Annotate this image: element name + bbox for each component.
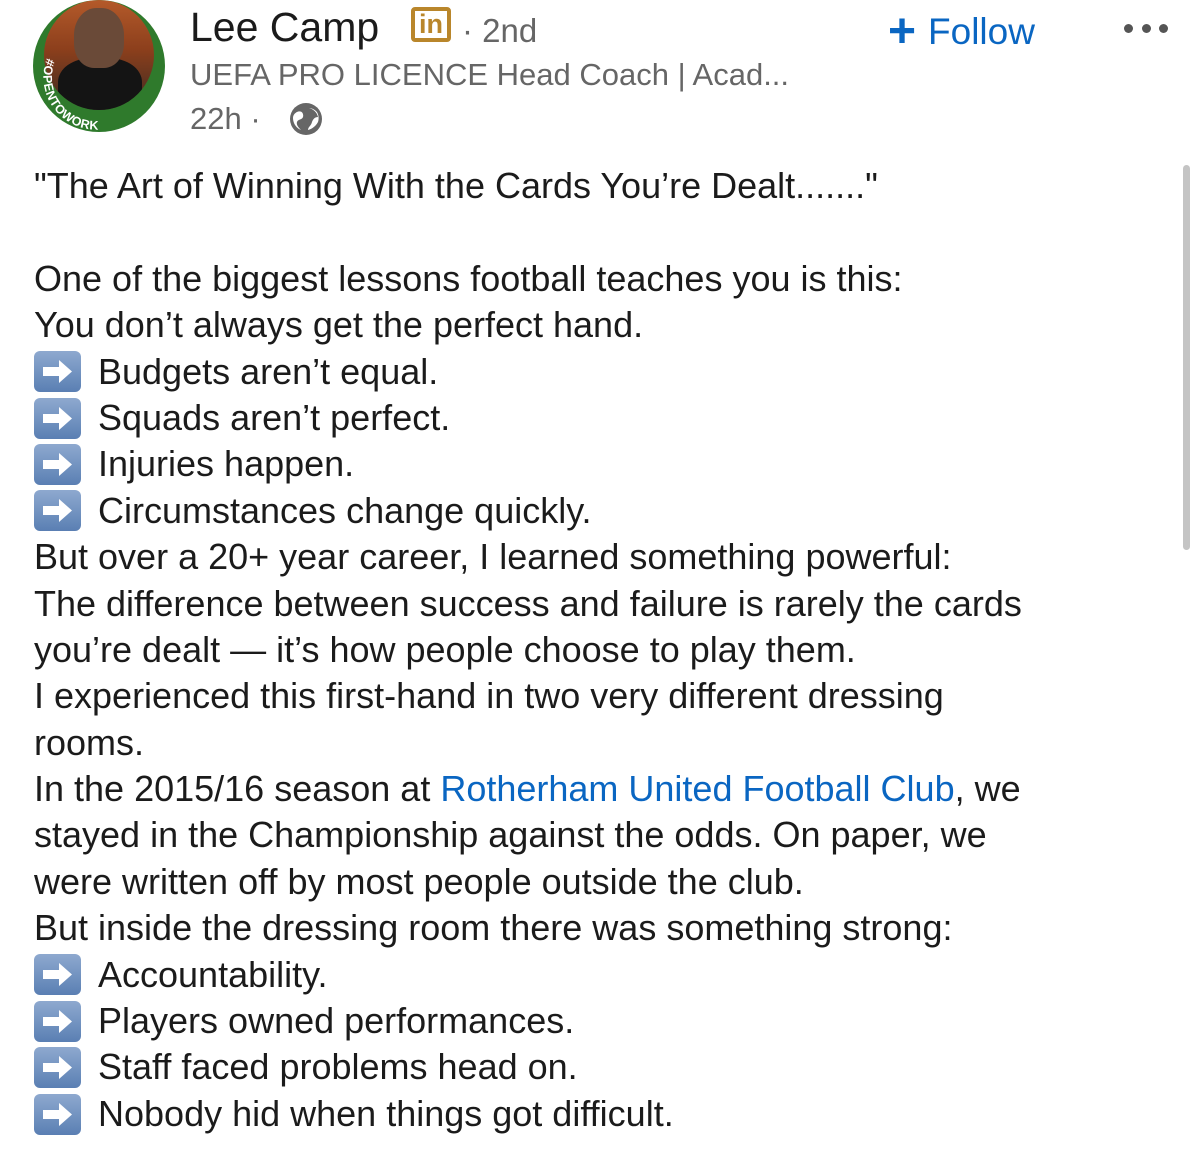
globe-icon	[290, 103, 322, 135]
bullet-item: Circumstances change quickly.	[34, 488, 1174, 534]
line-suffix: , we	[954, 768, 1021, 810]
bullet-item: Players owned performances.	[34, 998, 1174, 1044]
bullet-text: Accountability.	[98, 953, 328, 995]
paragraph-line: But inside the dressing room there was s…	[34, 907, 953, 949]
post-timestamp: 22h ·	[190, 101, 261, 136]
bullet-text: Squads aren’t perfect.	[98, 396, 451, 438]
paragraph-line: I experienced this first-hand in two ver…	[34, 675, 944, 717]
svg-text:#OPENTOWORK: #OPENTOWORK	[40, 57, 99, 132]
connection-degree: · 2nd	[462, 12, 538, 49]
post-title: "The Art of Winning With the Cards You’r…	[34, 165, 878, 206]
paragraph-line: In the 2015/16 season at Rotherham Unite…	[34, 766, 1174, 812]
right-arrow-icon	[34, 1093, 81, 1135]
follow-label: Follow	[928, 11, 1035, 52]
paragraph-line: you’re dealt — it’s how people choose to…	[34, 628, 856, 670]
more-options-icon[interactable]	[1124, 18, 1168, 38]
paragraph-line: One of the biggest lessons football teac…	[34, 257, 903, 299]
right-arrow-icon	[34, 1047, 81, 1089]
bullet-text: Nobody hid when things got difficult.	[98, 1092, 674, 1134]
bullet-item: Budgets aren’t equal.	[34, 349, 1174, 395]
linkedin-post: #OPENTOWORK Lee Camp in · 2nd + Follow U…	[0, 0, 1200, 1155]
open-to-work-label: #OPENTOWORK	[40, 57, 98, 132]
right-arrow-icon	[34, 490, 81, 532]
linkedin-premium-icon: in	[411, 7, 451, 42]
bullet-text: Staff faced problems head on.	[98, 1046, 578, 1088]
scrollbar[interactable]	[1183, 165, 1190, 550]
paragraph-line: But over a 20+ year career, I learned so…	[34, 536, 952, 578]
bullet-text: Players owned performances.	[98, 1000, 575, 1042]
company-mention-link[interactable]: Rotherham United Football Club	[440, 768, 954, 809]
bullet-text: Circumstances change quickly.	[98, 489, 592, 531]
right-arrow-icon	[34, 444, 81, 486]
bullet-item: Nobody hid when things got difficult.	[34, 1091, 1174, 1137]
avatar[interactable]: #OPENTOWORK	[33, 0, 165, 132]
right-arrow-icon	[34, 954, 81, 996]
line-prefix: In the 2015/16 season at	[34, 768, 441, 810]
bullet-item: Accountability.	[34, 952, 1174, 998]
paragraph-line: stayed in the Championship against the o…	[34, 814, 987, 856]
bullet-item: Injuries happen.	[34, 441, 1174, 487]
right-arrow-icon	[34, 351, 81, 393]
post-body: "The Art of Winning With the Cards You’r…	[34, 163, 1174, 1137]
follow-button[interactable]: + Follow	[888, 8, 1035, 56]
paragraph-line: You don’t always get the perfect hand.	[34, 304, 644, 346]
open-to-work-frame: #OPENTOWORK	[40, 57, 99, 132]
right-arrow-icon	[34, 1000, 81, 1042]
bullet-text: Injuries happen.	[98, 443, 355, 485]
bullet-text: Budgets aren’t equal.	[98, 350, 439, 392]
paragraph-line: were written off by most people outside …	[34, 860, 804, 902]
right-arrow-icon	[34, 397, 81, 439]
author-name[interactable]: Lee Camp	[190, 4, 379, 51]
plus-icon: +	[888, 5, 917, 58]
paragraph-line: rooms.	[34, 721, 145, 763]
paragraph-line: The difference between success and failu…	[34, 582, 1022, 624]
bullet-item: Squads aren’t perfect.	[34, 395, 1174, 441]
bullet-item: Staff faced problems head on.	[34, 1044, 1174, 1090]
author-headline: UEFA PRO LICENCE Head Coach | Acad...	[190, 57, 790, 92]
